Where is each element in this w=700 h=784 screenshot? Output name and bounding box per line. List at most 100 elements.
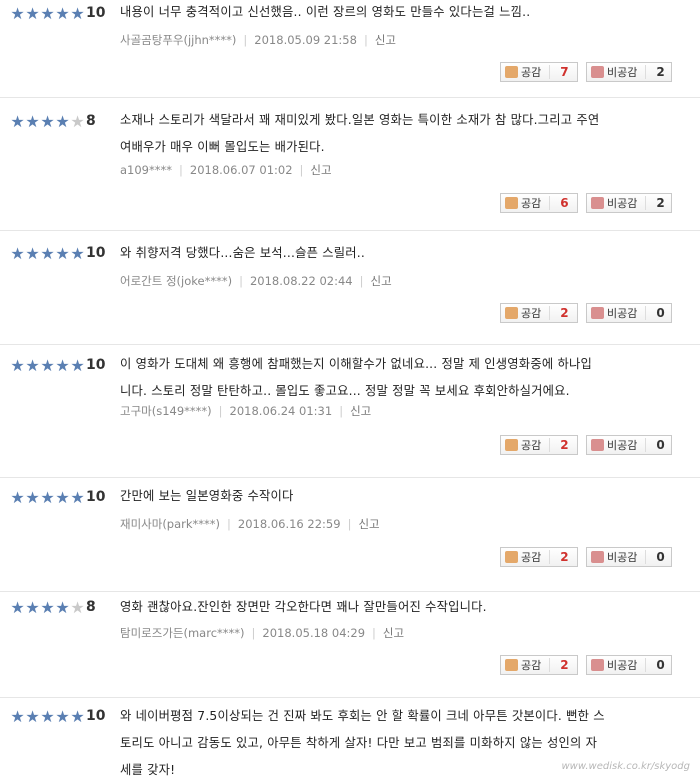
thumbs-down-icon [591, 439, 604, 451]
star-icon: ★ [55, 598, 70, 617]
thumbs-up-icon [505, 659, 518, 671]
vote-buttons: 공감 2 비공감 0 [500, 303, 672, 323]
divider: | [347, 517, 352, 531]
like-button[interactable]: 공감 2 [500, 303, 578, 323]
dislike-button[interactable]: 비공감 0 [586, 303, 672, 323]
vote-buttons: 공감 7 비공감 2 [500, 62, 672, 82]
star-icon: ★ [40, 488, 55, 507]
divider: | [299, 163, 304, 177]
review-text: 소재나 스토리가 색달라서 꽤 재미있게 봤다.일본 영화는 특이한 소재가 참… [120, 107, 660, 161]
dislike-count: 2 [645, 196, 665, 210]
star-icon: ★ [25, 707, 40, 726]
star-icon: ★ [70, 112, 85, 131]
review-text: 영화 괜찮아요.잔인한 장면만 각오한다면 꽤나 잘만들어진 수작입니다. [120, 594, 660, 621]
review-date: 2018.06.16 22:59 [237, 517, 341, 531]
vote-buttons: 공감 2 비공감 0 [500, 547, 672, 567]
star-icon: ★ [55, 4, 70, 23]
star-icon: ★ [25, 356, 40, 375]
rating-score: 10 [86, 357, 106, 373]
star-icon: ★ [25, 244, 40, 263]
reviewer-name[interactable]: 재미사마(park****) [120, 516, 220, 532]
dislike-label: 비공감 [607, 439, 638, 452]
dislike-label: 비공감 [607, 307, 638, 320]
review-meta: 재미사마(park****) | 2018.06.16 22:59 | 신고 [120, 516, 380, 532]
review-date: 2018.06.24 01:31 [229, 404, 333, 418]
divider: | [372, 626, 376, 640]
star-icon: ★ [40, 112, 55, 131]
dislike-label: 비공감 [607, 659, 638, 672]
star-icon: ★ [55, 356, 70, 375]
thumbs-down-icon [591, 307, 604, 319]
reviewer-name[interactable]: a109**** [120, 163, 172, 177]
dislike-button[interactable]: 비공감 0 [586, 435, 672, 455]
like-button[interactable]: 공감 7 [500, 62, 578, 82]
thumbs-down-icon [591, 659, 604, 671]
divider: | [251, 626, 256, 640]
star-icon: ★ [25, 4, 40, 23]
review-item: ★ ★ ★ ★ ★ 8 소재나 스토리가 색달라서 꽤 재미있게 봤다.일본 영화는 특이한… [0, 98, 700, 231]
star-icon: ★ [70, 244, 85, 263]
like-count: 2 [549, 550, 569, 564]
like-button[interactable]: 공감 2 [500, 547, 578, 567]
divider: | [363, 33, 368, 47]
divider: | [239, 274, 243, 288]
like-label: 공감 [521, 66, 542, 79]
review-item: ★ ★ ★ ★ ★ 10 내용이 너무 충격적이고 신선했음.. 이런 장르의 영화도 만들… [0, 0, 700, 98]
like-label: 공감 [521, 551, 542, 564]
star-rating: ★ ★ ★ ★ ★ [10, 709, 85, 725]
like-label: 공감 [521, 439, 542, 452]
review-text: 와 취향저격 당했다...숨은 보석...슬픈 스릴러.. [120, 240, 660, 267]
review-date: 2018.08.22 02:44 [249, 274, 353, 288]
divider: | [339, 404, 344, 418]
star-rating: ★ ★ ★ ★ ★ [10, 490, 85, 506]
star-icon: ★ [10, 356, 25, 375]
star-icon: ★ [10, 4, 25, 23]
star-rating: ★ ★ ★ ★ ★ [10, 114, 85, 130]
rating-score: 10 [86, 489, 106, 505]
dislike-button[interactable]: 비공감 0 [586, 547, 672, 567]
star-icon: ★ [40, 4, 55, 23]
dislike-count: 0 [645, 550, 665, 564]
review-text-line: 내용이 너무 충격적이고 신선했음.. 이런 장르의 영화도 만들수 있다는걸 … [120, 5, 531, 19]
reviewer-name[interactable]: 고구마(s149****) [120, 403, 212, 419]
star-icon: ★ [55, 488, 70, 507]
star-icon: ★ [10, 112, 25, 131]
review-meta: 어로간트 정(joke****) | 2018.08.22 02:44 | 신고 [120, 273, 392, 289]
star-icon: ★ [70, 488, 85, 507]
review-meta: a109**** | 2018.06.07 01:02 | 신고 [120, 162, 332, 178]
report-link[interactable]: 신고 [371, 273, 392, 289]
review-date: 2018.05.09 21:58 [254, 33, 357, 47]
report-link[interactable]: 신고 [358, 516, 379, 532]
dislike-button[interactable]: 비공감 2 [586, 193, 672, 213]
thumbs-up-icon [505, 551, 518, 563]
star-icon: ★ [25, 488, 40, 507]
review-date: 2018.06.07 01:02 [189, 163, 293, 177]
divider: | [179, 163, 183, 177]
like-label: 공감 [521, 659, 542, 672]
reviewer-name[interactable]: 사골곰탕푸우(jjhn****) [120, 32, 236, 48]
review-item: ★ ★ ★ ★ ★ 10 와 취향저격 당했다...숨은 보석...슬픈 스릴러.. 어로간… [0, 231, 700, 345]
reviewer-name[interactable]: 어로간트 정(joke****) [120, 273, 232, 289]
review-text-line: 이 영화가 도대체 왜 흥행에 참패했는지 이해할수가 없네요... 정말 제 … [120, 357, 592, 371]
review-date: 2018.05.18 04:29 [262, 626, 366, 640]
like-button[interactable]: 공감 2 [500, 655, 578, 675]
vote-buttons: 공감 2 비공감 0 [500, 435, 672, 455]
star-icon: ★ [10, 598, 25, 617]
reviewer-name[interactable]: 탐미로즈가든(marc****) [120, 625, 245, 641]
star-rating: ★ ★ ★ ★ ★ [10, 600, 85, 616]
star-icon: ★ [70, 707, 85, 726]
star-icon: ★ [25, 598, 40, 617]
star-icon: ★ [40, 707, 55, 726]
dislike-button[interactable]: 비공감 0 [586, 655, 672, 675]
review-item: ★ ★ ★ ★ ★ 8 영화 괜찮아요.잔인한 장면만 각오한다면 꽤나 잘만들어진 수작입… [0, 592, 700, 698]
dislike-button[interactable]: 비공감 2 [586, 62, 672, 82]
report-link[interactable]: 신고 [375, 32, 396, 48]
report-link[interactable]: 신고 [350, 403, 371, 419]
like-button[interactable]: 공감 2 [500, 435, 578, 455]
report-link[interactable]: 신고 [383, 625, 404, 641]
divider: | [243, 33, 248, 47]
like-button[interactable]: 공감 6 [500, 193, 578, 213]
thumbs-up-icon [505, 66, 518, 78]
review-text: 내용이 너무 충격적이고 신선했음.. 이런 장르의 영화도 만들수 있다는걸 … [120, 0, 660, 26]
report-link[interactable]: 신고 [310, 162, 331, 178]
